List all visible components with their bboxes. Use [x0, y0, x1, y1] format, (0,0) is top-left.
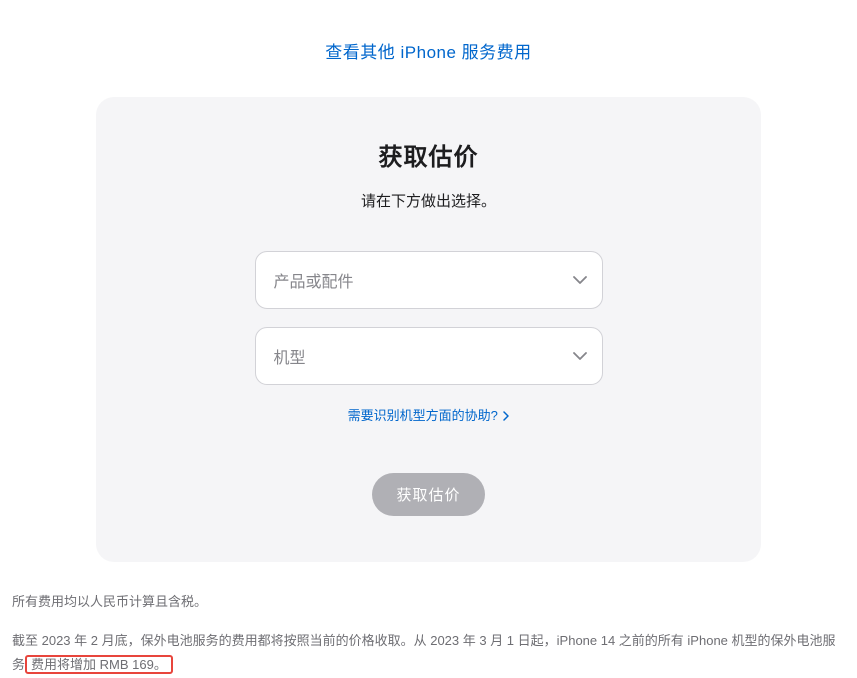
help-link-container: 需要识别机型方面的协助? — [156, 405, 701, 425]
card-subtitle: 请在下方做出选择。 — [156, 190, 701, 211]
footnotes: 所有费用均以人民币计算且含税。 截至 2023 年 2 月底，保外电池服务的费用… — [0, 582, 857, 678]
product-select-wrapper: 产品或配件 — [255, 251, 603, 309]
help-link-label: 需要识别机型方面的协助? — [348, 408, 498, 423]
footnote-price-change: 截至 2023 年 2 月底，保外电池服务的费用都将按照当前的价格收取。从 20… — [12, 629, 845, 678]
chevron-right-icon — [503, 409, 509, 424]
estimate-card: 获取估价 请在下方做出选择。 产品或配件 机型 需要识别机型方面的协助? 获取估… — [96, 97, 761, 562]
model-help-link[interactable]: 需要识别机型方面的协助? — [348, 408, 510, 423]
model-select-placeholder: 机型 — [274, 344, 306, 368]
card-title: 获取估价 — [156, 137, 701, 172]
submit-wrapper: 获取估价 — [156, 473, 701, 516]
get-estimate-button[interactable]: 获取估价 — [372, 473, 484, 516]
model-select-wrapper: 机型 — [255, 327, 603, 385]
product-select[interactable]: 产品或配件 — [255, 251, 603, 309]
top-link-container: 查看其他 iPhone 服务费用 — [0, 0, 857, 83]
footnote-tax: 所有费用均以人民币计算且含税。 — [12, 590, 845, 615]
view-other-services-link[interactable]: 查看其他 iPhone 服务费用 — [325, 43, 531, 62]
model-select[interactable]: 机型 — [255, 327, 603, 385]
product-select-placeholder: 产品或配件 — [274, 268, 354, 292]
price-highlight: 费用将增加 RMB 169。 — [25, 655, 173, 674]
